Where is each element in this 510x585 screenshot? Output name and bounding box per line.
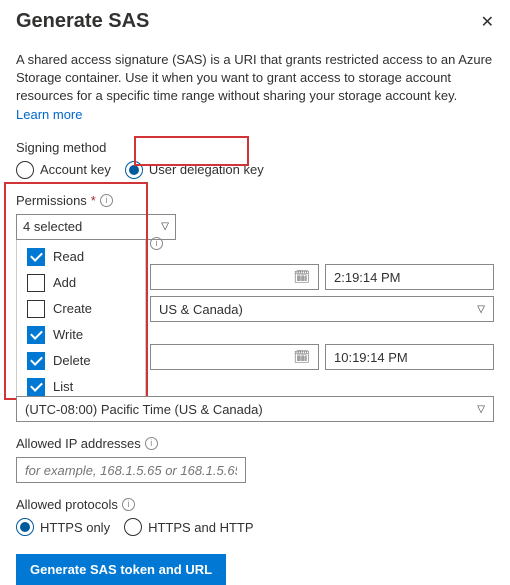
signing-method-group: Account key User delegation key — [16, 161, 494, 179]
time-value: 10:19:14 PM — [334, 350, 408, 365]
radio-account-key[interactable]: Account key — [16, 161, 111, 179]
signing-method-label: Signing method — [16, 140, 494, 155]
allowed-protocols-label: Allowed protocols i — [16, 497, 494, 512]
description-text: A shared access signature (SAS) is a URI… — [16, 51, 494, 124]
checkbox-icon — [27, 274, 45, 292]
radio-label: Account key — [40, 162, 111, 177]
permission-label: Add — [53, 275, 76, 290]
ip-label-text: Allowed IP addresses — [16, 436, 141, 451]
permission-read[interactable]: Read — [17, 244, 145, 270]
checkbox-icon — [27, 352, 45, 370]
permission-label: Create — [53, 301, 92, 316]
required-asterisk: * — [91, 193, 96, 208]
end-timezone-select[interactable]: (UTC-08:00) Pacific Time (US & Canada) ▽ — [16, 396, 494, 422]
info-icon[interactable]: i — [150, 237, 163, 250]
description-body: A shared access signature (SAS) is a URI… — [16, 52, 492, 103]
chevron-down-icon: ▽ — [161, 221, 169, 232]
checkbox-icon — [27, 326, 45, 344]
radio-user-delegation-key[interactable]: User delegation key — [125, 161, 264, 179]
permissions-label: Permissions * i — [16, 193, 494, 208]
calendar-icon: 🗓 — [293, 269, 310, 285]
generate-sas-button[interactable]: Generate SAS token and URL — [16, 554, 226, 585]
start-time-input[interactable]: 2:19:14 PM — [325, 264, 494, 290]
chevron-down-icon: ▽ — [477, 304, 485, 315]
allowed-ip-input[interactable] — [16, 457, 246, 483]
dropdown-value: 4 selected — [23, 219, 82, 234]
learn-more-link[interactable]: Learn more — [16, 107, 82, 122]
radio-label: User delegation key — [149, 162, 264, 177]
permission-write[interactable]: Write — [17, 322, 145, 348]
radio-https-and-http[interactable]: HTTPS and HTTP — [124, 518, 253, 536]
permission-label: Read — [53, 249, 84, 264]
timezone-value: (UTC-08:00) Pacific Time (US & Canada) — [25, 402, 263, 417]
info-icon[interactable]: i — [122, 498, 135, 511]
end-time-input[interactable]: 10:19:14 PM — [325, 344, 494, 370]
radio-circle-icon — [125, 161, 143, 179]
protocols-group: HTTPS only HTTPS and HTTP — [16, 518, 494, 536]
radio-label: HTTPS and HTTP — [148, 520, 253, 535]
time-value: 2:19:14 PM — [334, 270, 401, 285]
permission-label: List — [53, 379, 73, 394]
permission-delete[interactable]: Delete — [17, 348, 145, 374]
checkbox-icon — [27, 248, 45, 266]
chevron-down-icon: ▽ — [477, 404, 485, 415]
permission-label: Delete — [53, 353, 91, 368]
radio-label: HTTPS only — [40, 520, 110, 535]
info-icon[interactable]: i — [100, 194, 113, 207]
calendar-icon: 🗓 — [293, 349, 310, 365]
permissions-list: Read Add Create Write Delete List — [16, 240, 146, 405]
close-icon[interactable]: ✕ — [481, 12, 494, 32]
radio-https-only[interactable]: HTTPS only — [16, 518, 110, 536]
radio-circle-icon — [16, 161, 34, 179]
radio-circle-icon — [16, 518, 34, 536]
permissions-label-text: Permissions — [16, 193, 87, 208]
end-datetime-row: 🗓 10:19:14 PM — [150, 344, 494, 370]
start-datetime-row: 🗓 2:19:14 PM — [150, 264, 494, 290]
end-date-input[interactable]: 🗓 — [150, 344, 319, 370]
start-timezone-select[interactable]: US & Canada) ▽ — [150, 296, 494, 322]
permission-add[interactable]: Add — [17, 270, 145, 296]
radio-circle-icon — [124, 518, 142, 536]
checkbox-icon — [27, 300, 45, 318]
permission-label: Write — [53, 327, 83, 342]
timezone-value: US & Canada) — [159, 302, 243, 317]
permission-create[interactable]: Create — [17, 296, 145, 322]
info-icon[interactable]: i — [145, 437, 158, 450]
checkbox-icon — [27, 378, 45, 396]
allowed-ip-label: Allowed IP addresses i — [16, 436, 494, 451]
start-date-input[interactable]: 🗓 — [150, 264, 319, 290]
protocols-label-text: Allowed protocols — [16, 497, 118, 512]
panel-title: Generate SAS — [16, 10, 149, 33]
